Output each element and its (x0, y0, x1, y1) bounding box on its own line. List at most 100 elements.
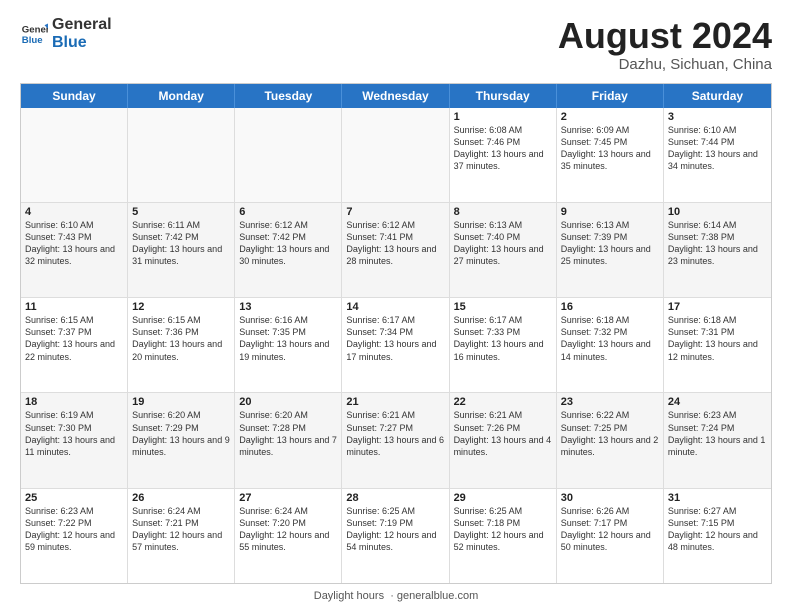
day-cell-11: 11Sunrise: 6:15 AMSunset: 7:37 PMDayligh… (21, 298, 128, 392)
day-number: 13 (239, 301, 337, 313)
calendar: SundayMondayTuesdayWednesdayThursdayFrid… (20, 83, 772, 584)
day-info: Sunrise: 6:27 AMSunset: 7:15 PMDaylight:… (668, 505, 767, 554)
location-subtitle: Dazhu, Sichuan, China (558, 56, 772, 73)
empty-cell (235, 108, 342, 202)
day-cell-10: 10Sunrise: 6:14 AMSunset: 7:38 PMDayligh… (664, 203, 771, 297)
day-info: Sunrise: 6:22 AMSunset: 7:25 PMDaylight:… (561, 409, 659, 458)
cal-header-monday: Monday (128, 84, 235, 108)
day-cell-24: 24Sunrise: 6:23 AMSunset: 7:24 PMDayligh… (664, 393, 771, 487)
day-info: Sunrise: 6:17 AMSunset: 7:33 PMDaylight:… (454, 314, 552, 363)
day-number: 21 (346, 396, 444, 408)
day-number: 19 (132, 396, 230, 408)
day-cell-18: 18Sunrise: 6:19 AMSunset: 7:30 PMDayligh… (21, 393, 128, 487)
day-info: Sunrise: 6:18 AMSunset: 7:31 PMDaylight:… (668, 314, 767, 363)
day-cell-31: 31Sunrise: 6:27 AMSunset: 7:15 PMDayligh… (664, 489, 771, 583)
day-info: Sunrise: 6:24 AMSunset: 7:20 PMDaylight:… (239, 505, 337, 554)
cal-header-saturday: Saturday (664, 84, 771, 108)
page: General Blue General Blue August 2024 Da… (0, 0, 792, 612)
day-info: Sunrise: 6:12 AMSunset: 7:42 PMDaylight:… (239, 219, 337, 268)
svg-text:Blue: Blue (22, 34, 43, 45)
empty-cell (21, 108, 128, 202)
footer: Daylight hours · generalblue.com (20, 590, 772, 602)
calendar-header: SundayMondayTuesdayWednesdayThursdayFrid… (21, 84, 771, 108)
day-number: 2 (561, 111, 659, 123)
day-number: 16 (561, 301, 659, 313)
day-info: Sunrise: 6:15 AMSunset: 7:37 PMDaylight:… (25, 314, 123, 363)
day-info: Sunrise: 6:23 AMSunset: 7:22 PMDaylight:… (25, 505, 123, 554)
cal-header-friday: Friday (557, 84, 664, 108)
day-info: Sunrise: 6:12 AMSunset: 7:41 PMDaylight:… (346, 219, 444, 268)
day-number: 11 (25, 301, 123, 313)
day-info: Sunrise: 6:13 AMSunset: 7:40 PMDaylight:… (454, 219, 552, 268)
logo-icon: General Blue (20, 20, 48, 48)
day-info: Sunrise: 6:17 AMSunset: 7:34 PMDaylight:… (346, 314, 444, 363)
month-title: August 2024 (558, 16, 772, 56)
day-info: Sunrise: 6:24 AMSunset: 7:21 PMDaylight:… (132, 505, 230, 554)
day-cell-4: 4Sunrise: 6:10 AMSunset: 7:43 PMDaylight… (21, 203, 128, 297)
day-info: Sunrise: 6:19 AMSunset: 7:30 PMDaylight:… (25, 409, 123, 458)
day-cell-5: 5Sunrise: 6:11 AMSunset: 7:42 PMDaylight… (128, 203, 235, 297)
calendar-body: 1Sunrise: 6:08 AMSunset: 7:46 PMDaylight… (21, 108, 771, 583)
day-cell-1: 1Sunrise: 6:08 AMSunset: 7:46 PMDaylight… (450, 108, 557, 202)
day-number: 4 (25, 206, 123, 218)
day-number: 12 (132, 301, 230, 313)
day-number: 18 (25, 396, 123, 408)
day-number: 20 (239, 396, 337, 408)
day-info: Sunrise: 6:10 AMSunset: 7:43 PMDaylight:… (25, 219, 123, 268)
day-number: 30 (561, 492, 659, 504)
day-cell-8: 8Sunrise: 6:13 AMSunset: 7:40 PMDaylight… (450, 203, 557, 297)
day-info: Sunrise: 6:21 AMSunset: 7:27 PMDaylight:… (346, 409, 444, 458)
day-info: Sunrise: 6:08 AMSunset: 7:46 PMDaylight:… (454, 124, 552, 173)
day-number: 5 (132, 206, 230, 218)
day-number: 1 (454, 111, 552, 123)
day-info: Sunrise: 6:21 AMSunset: 7:26 PMDaylight:… (454, 409, 552, 458)
day-cell-29: 29Sunrise: 6:25 AMSunset: 7:18 PMDayligh… (450, 489, 557, 583)
header: General Blue General Blue August 2024 Da… (20, 16, 772, 73)
day-cell-6: 6Sunrise: 6:12 AMSunset: 7:42 PMDaylight… (235, 203, 342, 297)
calendar-row-3: 11Sunrise: 6:15 AMSunset: 7:37 PMDayligh… (21, 297, 771, 392)
day-cell-3: 3Sunrise: 6:10 AMSunset: 7:44 PMDaylight… (664, 108, 771, 202)
day-info: Sunrise: 6:09 AMSunset: 7:45 PMDaylight:… (561, 124, 659, 173)
day-number: 3 (668, 111, 767, 123)
day-number: 29 (454, 492, 552, 504)
day-number: 24 (668, 396, 767, 408)
day-info: Sunrise: 6:20 AMSunset: 7:29 PMDaylight:… (132, 409, 230, 458)
day-info: Sunrise: 6:26 AMSunset: 7:17 PMDaylight:… (561, 505, 659, 554)
day-info: Sunrise: 6:10 AMSunset: 7:44 PMDaylight:… (668, 124, 767, 173)
day-cell-30: 30Sunrise: 6:26 AMSunset: 7:17 PMDayligh… (557, 489, 664, 583)
day-info: Sunrise: 6:23 AMSunset: 7:24 PMDaylight:… (668, 409, 767, 458)
cal-header-tuesday: Tuesday (235, 84, 342, 108)
day-number: 15 (454, 301, 552, 313)
day-cell-23: 23Sunrise: 6:22 AMSunset: 7:25 PMDayligh… (557, 393, 664, 487)
day-cell-19: 19Sunrise: 6:20 AMSunset: 7:29 PMDayligh… (128, 393, 235, 487)
calendar-row-2: 4Sunrise: 6:10 AMSunset: 7:43 PMDaylight… (21, 202, 771, 297)
day-number: 17 (668, 301, 767, 313)
day-info: Sunrise: 6:18 AMSunset: 7:32 PMDaylight:… (561, 314, 659, 363)
day-number: 9 (561, 206, 659, 218)
day-number: 14 (346, 301, 444, 313)
day-cell-22: 22Sunrise: 6:21 AMSunset: 7:26 PMDayligh… (450, 393, 557, 487)
day-cell-14: 14Sunrise: 6:17 AMSunset: 7:34 PMDayligh… (342, 298, 449, 392)
day-number: 25 (25, 492, 123, 504)
day-number: 6 (239, 206, 337, 218)
svg-text:General: General (22, 24, 48, 35)
day-number: 26 (132, 492, 230, 504)
day-info: Sunrise: 6:25 AMSunset: 7:18 PMDaylight:… (454, 505, 552, 554)
day-number: 7 (346, 206, 444, 218)
day-cell-13: 13Sunrise: 6:16 AMSunset: 7:35 PMDayligh… (235, 298, 342, 392)
day-cell-25: 25Sunrise: 6:23 AMSunset: 7:22 PMDayligh… (21, 489, 128, 583)
day-cell-17: 17Sunrise: 6:18 AMSunset: 7:31 PMDayligh… (664, 298, 771, 392)
footer-text: Daylight hours (314, 590, 384, 602)
day-cell-15: 15Sunrise: 6:17 AMSunset: 7:33 PMDayligh… (450, 298, 557, 392)
day-number: 28 (346, 492, 444, 504)
day-cell-21: 21Sunrise: 6:21 AMSunset: 7:27 PMDayligh… (342, 393, 449, 487)
day-cell-16: 16Sunrise: 6:18 AMSunset: 7:32 PMDayligh… (557, 298, 664, 392)
empty-cell (342, 108, 449, 202)
calendar-row-4: 18Sunrise: 6:19 AMSunset: 7:30 PMDayligh… (21, 392, 771, 487)
day-cell-26: 26Sunrise: 6:24 AMSunset: 7:21 PMDayligh… (128, 489, 235, 583)
calendar-row-5: 25Sunrise: 6:23 AMSunset: 7:22 PMDayligh… (21, 488, 771, 583)
day-cell-9: 9Sunrise: 6:13 AMSunset: 7:39 PMDaylight… (557, 203, 664, 297)
logo: General Blue General Blue (20, 16, 112, 51)
day-number: 22 (454, 396, 552, 408)
day-number: 31 (668, 492, 767, 504)
